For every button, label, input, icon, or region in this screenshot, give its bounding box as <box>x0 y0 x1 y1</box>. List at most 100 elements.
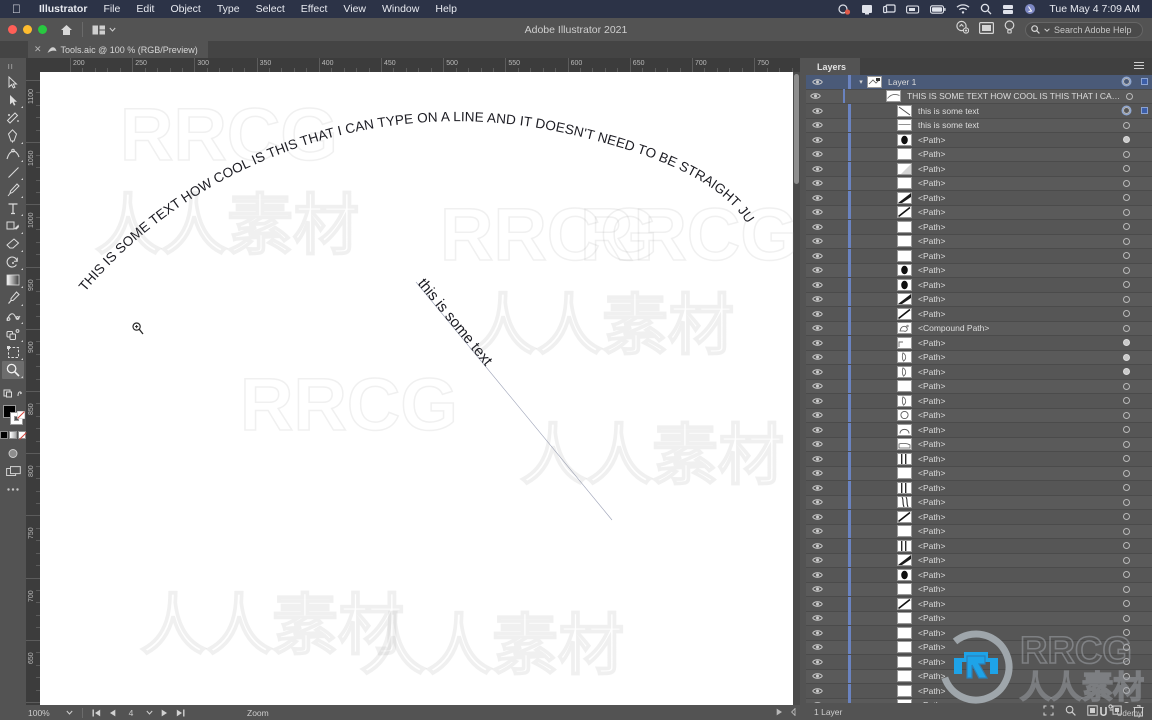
layer-row[interactable]: <Path> <box>806 364 1152 380</box>
target-indicator[interactable] <box>1116 455 1136 463</box>
target-indicator[interactable] <box>1116 310 1136 318</box>
layer-thumbnail[interactable] <box>897 162 912 175</box>
pen-tool[interactable] <box>2 127 24 145</box>
target-indicator[interactable] <box>1116 295 1136 303</box>
visibility-eye-icon[interactable] <box>806 513 828 521</box>
visibility-eye-icon[interactable] <box>806 672 828 680</box>
layer-name[interactable]: Layer 1 <box>888 77 1116 87</box>
layer-row[interactable]: <Path> <box>806 611 1152 626</box>
layer-thumbnail[interactable] <box>897 409 912 422</box>
layer-thumbnail[interactable] <box>897 438 912 451</box>
layer-thumbnail[interactable] <box>897 278 912 291</box>
target-indicator[interactable] <box>1116 469 1136 477</box>
visibility-eye-icon[interactable] <box>806 411 828 419</box>
visibility-eye-icon[interactable] <box>806 92 825 100</box>
visibility-eye-icon[interactable] <box>806 687 828 695</box>
target-indicator[interactable] <box>1116 107 1136 115</box>
target-indicator[interactable] <box>1116 78 1136 86</box>
screen-mode-icon[interactable] <box>979 21 995 39</box>
layer-thumbnail[interactable] <box>897 220 912 233</box>
layer-name[interactable]: <Path> <box>918 193 1116 203</box>
layer-thumbnail[interactable] <box>897 655 912 668</box>
target-indicator[interactable] <box>1116 527 1136 535</box>
selection-indicator[interactable] <box>1136 107 1152 115</box>
layer-name[interactable]: <Path> <box>918 135 1116 145</box>
target-indicator[interactable] <box>1116 281 1136 289</box>
visibility-eye-icon[interactable] <box>806 208 828 216</box>
visibility-eye-icon[interactable] <box>806 179 828 187</box>
layer-thumbnail[interactable] <box>897 670 912 683</box>
layer-row[interactable]: <Compound Path> <box>806 321 1152 336</box>
target-indicator[interactable] <box>1116 426 1136 434</box>
panel-menu-icon[interactable] <box>1134 62 1144 71</box>
visibility-eye-icon[interactable] <box>806 266 828 274</box>
layer-name[interactable]: this is some text <box>918 120 1116 130</box>
minimize-window-button[interactable] <box>23 25 32 34</box>
visibility-eye-icon[interactable] <box>806 585 828 593</box>
toolbar-grip[interactable] <box>7 64 19 69</box>
layer-row[interactable]: <Path> <box>806 451 1152 467</box>
layer-row[interactable]: <Path> <box>806 219 1152 235</box>
artboard-tool[interactable] <box>2 343 24 361</box>
magic-wand-tool[interactable] <box>2 109 24 127</box>
layer-name[interactable]: <Path> <box>918 613 1116 623</box>
layer-row[interactable]: <Path> <box>806 234 1152 249</box>
layer-thumbnail[interactable] <box>897 554 912 567</box>
none-swatch-button[interactable] <box>18 431 27 440</box>
target-indicator[interactable] <box>1116 136 1136 144</box>
visibility-eye-icon[interactable] <box>806 469 828 477</box>
siri-icon[interactable] <box>997 4 1019 15</box>
layer-name[interactable]: <Path> <box>918 425 1116 435</box>
visibility-eye-icon[interactable] <box>806 571 828 579</box>
artboard[interactable] <box>40 72 800 705</box>
target-indicator[interactable] <box>1116 556 1136 564</box>
layer-thumbnail[interactable] <box>897 119 912 132</box>
vertical-ruler[interactable]: 110010501000950900850800750700650600 <box>26 72 40 705</box>
layer-name[interactable]: <Path> <box>918 483 1116 493</box>
layer-row[interactable]: this is some text <box>806 103 1152 119</box>
first-artboard-button[interactable] <box>88 709 105 717</box>
layer-row[interactable]: <Path> <box>806 335 1152 351</box>
layer-row[interactable]: this is some text <box>806 118 1152 133</box>
target-indicator[interactable] <box>1116 614 1136 622</box>
layer-name[interactable]: <Path> <box>918 584 1116 594</box>
layer-thumbnail[interactable] <box>897 452 912 465</box>
visibility-eye-icon[interactable] <box>806 440 828 448</box>
layer-name[interactable]: <Path> <box>918 468 1116 478</box>
target-indicator[interactable] <box>1116 339 1136 347</box>
layer-name[interactable]: <Path> <box>918 178 1116 188</box>
layer-name[interactable]: <Path> <box>918 497 1116 507</box>
target-indicator[interactable] <box>1116 252 1136 260</box>
arrange-documents-icon[interactable] <box>92 25 116 35</box>
target-indicator[interactable] <box>1116 165 1136 173</box>
layer-thumbnail[interactable] <box>897 539 912 552</box>
visibility-eye-icon[interactable] <box>806 397 828 405</box>
layer-thumbnail[interactable] <box>867 75 882 88</box>
layer-row[interactable]: <Path> <box>806 176 1152 191</box>
target-indicator[interactable] <box>1116 382 1136 390</box>
visibility-eye-icon[interactable] <box>806 382 828 390</box>
visibility-eye-icon[interactable] <box>806 121 828 129</box>
layer-thumbnail[interactable] <box>897 641 912 654</box>
tab-layers[interactable]: Layers <box>806 58 861 75</box>
layer-thumbnail[interactable] <box>885 90 901 103</box>
canvas-area[interactable]: RRCG 人人素材 RRCG 人人素材 RRCG 人人素材 人人素材 RRCG … <box>40 72 800 705</box>
menu-object[interactable]: Object <box>162 0 208 18</box>
layer-thumbnail[interactable] <box>897 496 912 509</box>
layer-thumbnail[interactable] <box>897 394 912 407</box>
last-artboard-button[interactable] <box>172 709 189 717</box>
layer-name[interactable]: <Path> <box>918 367 1116 377</box>
locate-object-icon[interactable] <box>1043 705 1054 718</box>
layer-thumbnail[interactable] <box>897 380 912 393</box>
layer-name[interactable]: <Path> <box>918 265 1116 275</box>
layer-row[interactable]: <Path> <box>806 263 1152 278</box>
layer-thumbnail[interactable] <box>897 264 912 277</box>
lightbulb-icon[interactable] <box>1004 20 1015 39</box>
layer-row[interactable]: <Path> <box>806 292 1152 307</box>
rotate-tool[interactable] <box>2 253 24 271</box>
curvature-tool[interactable] <box>2 145 24 163</box>
visibility-eye-icon[interactable] <box>806 78 828 86</box>
cloud-sync-icon[interactable] <box>955 20 970 39</box>
layer-name[interactable]: <Path> <box>918 280 1116 290</box>
layer-row[interactable]: <Path> <box>806 147 1152 162</box>
